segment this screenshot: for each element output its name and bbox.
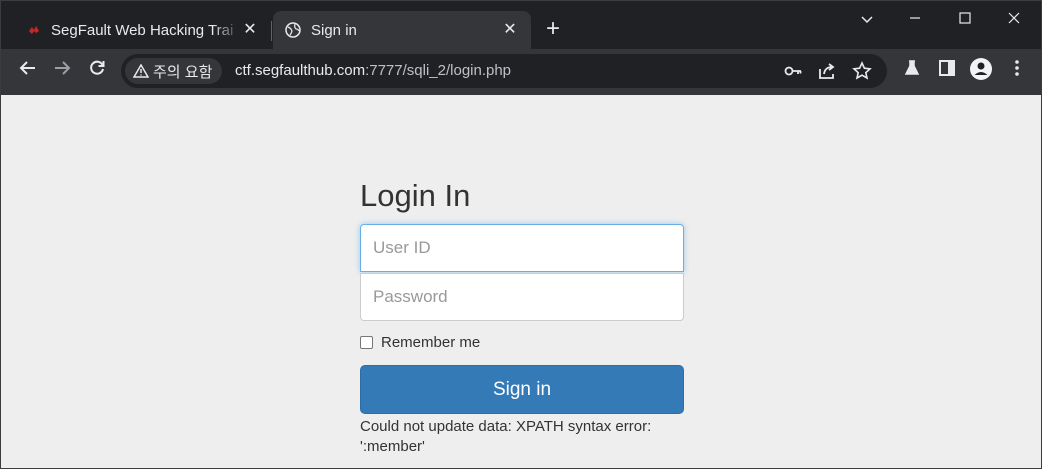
browser-window: SegFault Web Hacking Trai ✕ Sign in ✕ +	[0, 0, 1042, 469]
star-icon[interactable]	[852, 61, 872, 81]
tab-separator	[271, 21, 272, 41]
remember-me-checkbox[interactable]	[360, 336, 373, 349]
key-icon[interactable]	[783, 61, 803, 81]
security-label: 주의 요함	[153, 63, 213, 81]
menu-icon	[1015, 60, 1019, 76]
tab-close-icon[interactable]: ✕	[501, 21, 519, 39]
sign-in-button[interactable]: Sign in	[360, 365, 684, 414]
close-window-button[interactable]	[999, 7, 1029, 33]
tab-sign-in[interactable]: Sign in ✕	[273, 11, 531, 49]
profile-icon	[970, 58, 992, 80]
share-icon[interactable]	[817, 61, 837, 81]
user-id-input[interactable]	[360, 224, 684, 272]
tab-title: Sign in	[311, 21, 357, 39]
tab-segfault[interactable]: SegFault Web Hacking Trai ✕	[9, 11, 271, 49]
warning-icon	[133, 64, 149, 78]
url-path: :7777/sqli_2/login.php	[365, 62, 512, 79]
security-chip[interactable]: 주의 요함	[125, 58, 223, 84]
maximize-button[interactable]	[950, 7, 980, 33]
side-panel-icon	[939, 60, 955, 76]
browser-toolbar: 주의 요함 ctf.segfaulthub.com:7777/sqli_2/lo…	[1, 49, 1041, 95]
segfault-favicon-icon	[29, 26, 39, 34]
tab-search-icon[interactable]	[852, 7, 882, 33]
labs-button[interactable]	[898, 57, 926, 85]
globe-icon	[285, 22, 301, 38]
page-content: Login In Remember me Sign in Could not u…	[1, 95, 1041, 468]
side-panel-button[interactable]	[933, 57, 961, 85]
tab-title: SegFault Web Hacking Trai	[51, 21, 234, 39]
minimize-button[interactable]	[900, 7, 930, 33]
tab-strip: SegFault Web Hacking Trai ✕ Sign in ✕ +	[1, 1, 1041, 49]
login-heading: Login In	[360, 178, 471, 213]
flask-icon	[904, 60, 920, 75]
remember-me[interactable]: Remember me	[360, 334, 480, 351]
error-message: Could not update data: XPATH syntax erro…	[360, 418, 652, 455]
profile-button[interactable]	[967, 57, 995, 85]
url-host: ctf.segfaulthub.com	[235, 62, 366, 79]
back-button[interactable]	[14, 57, 42, 85]
forward-button[interactable]	[48, 57, 76, 85]
password-input[interactable]	[360, 273, 684, 321]
remember-me-label: Remember me	[381, 334, 481, 351]
reload-button[interactable]	[83, 57, 111, 85]
tab-close-icon[interactable]: ✕	[241, 21, 259, 39]
url-text[interactable]: ctf.segfaulthub.com:7777/sqli_2/login.ph…	[235, 62, 511, 79]
reload-icon	[90, 60, 105, 75]
address-bar[interactable]: 주의 요함 ctf.segfaulthub.com:7777/sqli_2/lo…	[121, 54, 887, 88]
arrow-left-icon	[19, 61, 35, 75]
new-tab-button[interactable]: +	[541, 17, 565, 42]
arrow-right-icon	[55, 61, 71, 75]
menu-button[interactable]	[1003, 57, 1031, 85]
